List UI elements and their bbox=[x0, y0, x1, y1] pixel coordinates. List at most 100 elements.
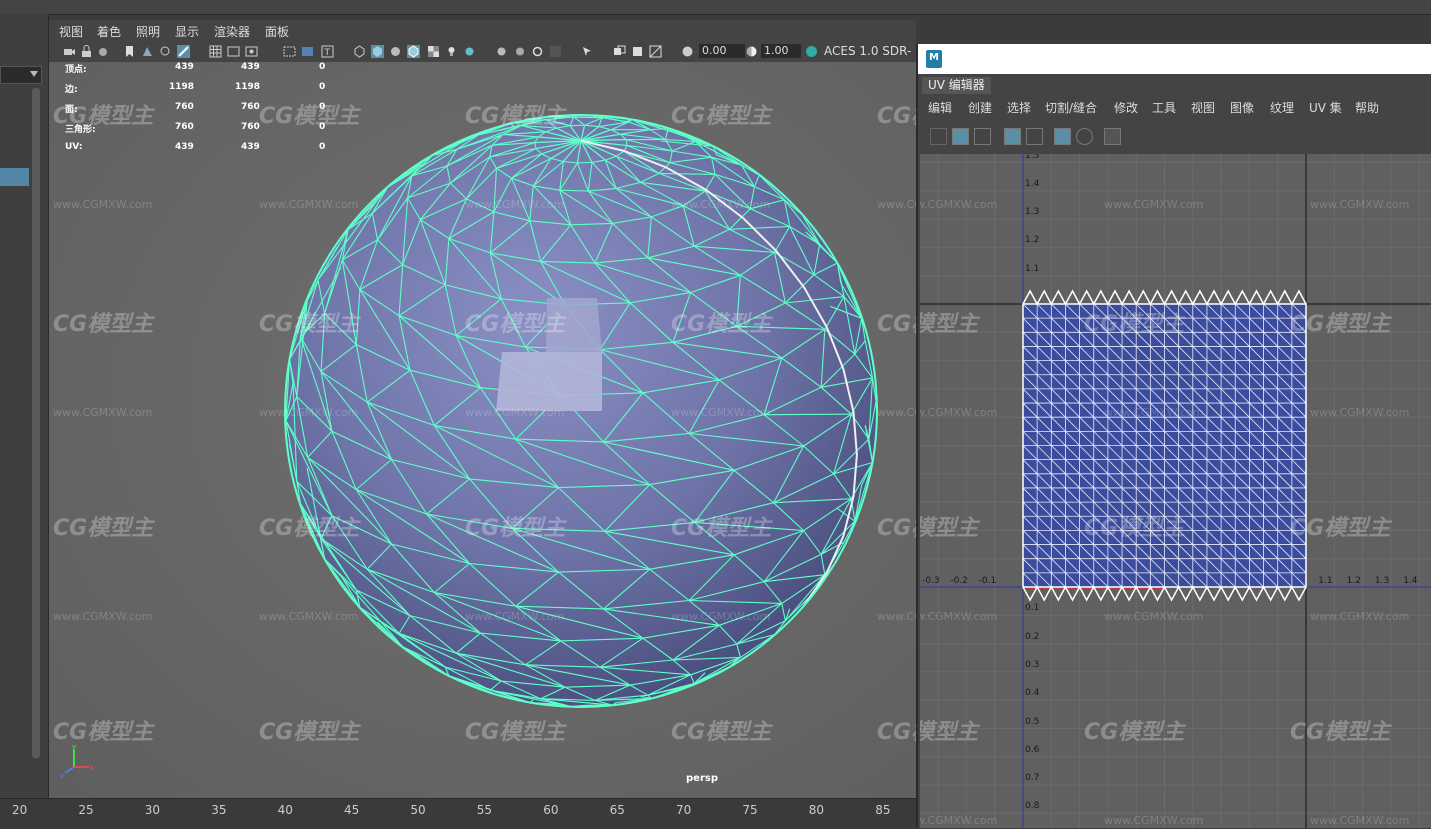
anti-alias-icon[interactable] bbox=[531, 45, 544, 58]
menu-shading[interactable]: 着色 bbox=[97, 23, 121, 40]
time-tick-label: 25 bbox=[78, 803, 93, 817]
film-gate-icon[interactable] bbox=[227, 45, 240, 58]
uv-canvas[interactable]: 1.51.41.31.21.10.10.20.30.40.50.60.70.8 … bbox=[920, 154, 1431, 828]
uv-v-tick-label: 0.1 bbox=[1025, 603, 1039, 613]
pencil-icon[interactable] bbox=[177, 45, 190, 58]
exposure-field[interactable]: 0.00 bbox=[699, 44, 745, 58]
uv-menu-uvsets[interactable]: UV 集 bbox=[1309, 99, 1342, 116]
uv-shell[interactable] bbox=[1023, 291, 1306, 600]
color-space-label[interactable]: ACES 1.0 SDR-v bbox=[821, 44, 916, 58]
hud-value: 0 bbox=[319, 142, 325, 152]
bookmark-icon[interactable] bbox=[123, 45, 136, 58]
uv-checker-icon[interactable] bbox=[1054, 128, 1071, 145]
time-tick-label: 35 bbox=[211, 803, 226, 817]
uv-grid-svg bbox=[920, 154, 1431, 828]
xray-icon[interactable] bbox=[613, 45, 626, 58]
uv-shell-select-icon[interactable] bbox=[952, 128, 969, 145]
smooth-shade-icon[interactable] bbox=[371, 45, 384, 58]
uv-texture-icon[interactable] bbox=[974, 128, 991, 145]
hud-value: 760 bbox=[241, 122, 260, 132]
axis-x-label: x bbox=[90, 764, 94, 772]
uv-v-tick-label: 0.8 bbox=[1025, 801, 1039, 811]
sphere-edge bbox=[570, 125, 585, 126]
uv-select-icon[interactable] bbox=[930, 128, 947, 145]
menu-renderer[interactable]: 渲染器 bbox=[214, 23, 250, 40]
left-scrollbar[interactable] bbox=[32, 88, 40, 758]
menu-panels[interactable]: 面板 bbox=[265, 23, 289, 40]
lock-camera-icon[interactable] bbox=[80, 45, 93, 58]
uv-pixel-snap-icon[interactable] bbox=[1026, 128, 1043, 145]
uv-v-tick-label: 0.4 bbox=[1025, 688, 1039, 698]
persp-viewport[interactable]: 顶点: 439 439 0 边: 1198 1198 0 面: 760 760 … bbox=[49, 62, 916, 798]
time-tick-label: 80 bbox=[809, 803, 824, 817]
uv-editor-titlebar[interactable]: M bbox=[918, 44, 1431, 74]
color-management-icon[interactable] bbox=[805, 45, 818, 58]
uv-u-tick-label: -0.3 bbox=[922, 576, 940, 586]
uv-grid-icon[interactable] bbox=[1004, 128, 1021, 145]
hud-value: 760 bbox=[175, 102, 194, 112]
menu-show[interactable]: 显示 bbox=[175, 23, 199, 40]
textured-icon[interactable] bbox=[427, 45, 440, 58]
uv-menu-cut-sew[interactable]: 切割/缝合 bbox=[1045, 99, 1097, 116]
backface-culling-icon[interactable] bbox=[649, 45, 662, 58]
isolate-select-icon[interactable] bbox=[581, 45, 594, 58]
motion-blur-icon[interactable] bbox=[513, 45, 526, 58]
ambient-occlusion-icon[interactable] bbox=[495, 45, 508, 58]
sphere-edge bbox=[577, 162, 592, 163]
uv-v-tick-label: 0.7 bbox=[1025, 773, 1039, 783]
hud-label: UV: bbox=[65, 142, 82, 152]
menu-view[interactable]: 视图 bbox=[59, 23, 83, 40]
wireframe-on-shaded-icon[interactable] bbox=[407, 45, 420, 58]
time-tick-label: 30 bbox=[145, 803, 160, 817]
hud-row-uvs: UV: 439 439 0 bbox=[65, 142, 335, 156]
time-tick-label: 50 bbox=[410, 803, 425, 817]
lights-icon[interactable] bbox=[445, 45, 458, 58]
sphere-edge bbox=[764, 414, 851, 415]
uv-snapshot-icon[interactable] bbox=[1104, 128, 1121, 145]
gamma-icon[interactable] bbox=[745, 45, 758, 58]
sphere-mesh[interactable] bbox=[49, 62, 916, 798]
uv-menu-view[interactable]: 视图 bbox=[1191, 99, 1215, 116]
shadows-icon[interactable] bbox=[463, 45, 476, 58]
gamma-field[interactable]: 1.00 bbox=[761, 44, 801, 58]
grid-icon[interactable] bbox=[209, 45, 222, 58]
hud-value: 439 bbox=[175, 142, 194, 152]
image-plane-icon[interactable] bbox=[141, 45, 154, 58]
left-selected-item[interactable] bbox=[0, 168, 29, 186]
wireframe-icon[interactable] bbox=[353, 45, 366, 58]
uv-u-tick-label: 1.4 bbox=[1403, 576, 1417, 586]
uv-menu-modify[interactable]: 修改 bbox=[1114, 99, 1138, 116]
uv-menu-textures[interactable]: 纹理 bbox=[1270, 99, 1294, 116]
uv-shaded-icon[interactable] bbox=[1076, 128, 1093, 145]
uv-menu-image[interactable]: 图像 bbox=[1230, 99, 1254, 116]
time-tick-label: 45 bbox=[344, 803, 359, 817]
time-slider[interactable]: 2025303540455055606570758085 bbox=[0, 798, 916, 829]
uv-v-tick-label: 0.3 bbox=[1025, 660, 1039, 670]
uv-menu-edit[interactable]: 编辑 bbox=[928, 99, 952, 116]
hud-value: 0 bbox=[319, 62, 325, 72]
uv-u-tick-label: 1.3 bbox=[1375, 576, 1389, 586]
left-dropdown[interactable] bbox=[0, 66, 42, 84]
uv-menu-tools[interactable]: 工具 bbox=[1152, 99, 1176, 116]
uv-menu-create[interactable]: 创建 bbox=[968, 99, 992, 116]
depth-of-field-icon[interactable] bbox=[549, 45, 562, 58]
uv-editor-tab[interactable]: UV 编辑器 bbox=[922, 77, 991, 94]
resolution-gate-icon[interactable] bbox=[245, 45, 258, 58]
top-strip bbox=[0, 0, 1431, 15]
axis-y-label: y bbox=[72, 743, 76, 751]
xray-joints-icon[interactable] bbox=[631, 45, 644, 58]
uv-v-tick-label: 0.5 bbox=[1025, 717, 1039, 727]
uv-editor-toolbar bbox=[918, 124, 1431, 150]
field-chart-icon[interactable] bbox=[301, 45, 314, 58]
text-safe-icon[interactable]: T bbox=[321, 45, 334, 58]
grid-snap-icon[interactable] bbox=[159, 45, 172, 58]
bookmark-camera-icon[interactable] bbox=[97, 45, 110, 58]
uv-menu-help[interactable]: 帮助 bbox=[1355, 99, 1379, 116]
default-material-icon[interactable] bbox=[389, 45, 402, 58]
menu-lighting[interactable]: 照明 bbox=[136, 23, 160, 40]
uv-menu-select[interactable]: 选择 bbox=[1007, 99, 1031, 116]
gate-mask-icon[interactable] bbox=[283, 45, 296, 58]
exposure-icon[interactable] bbox=[681, 45, 694, 58]
uv-v-tick-label: 1.5 bbox=[1025, 154, 1039, 161]
camera-icon[interactable] bbox=[63, 45, 76, 58]
